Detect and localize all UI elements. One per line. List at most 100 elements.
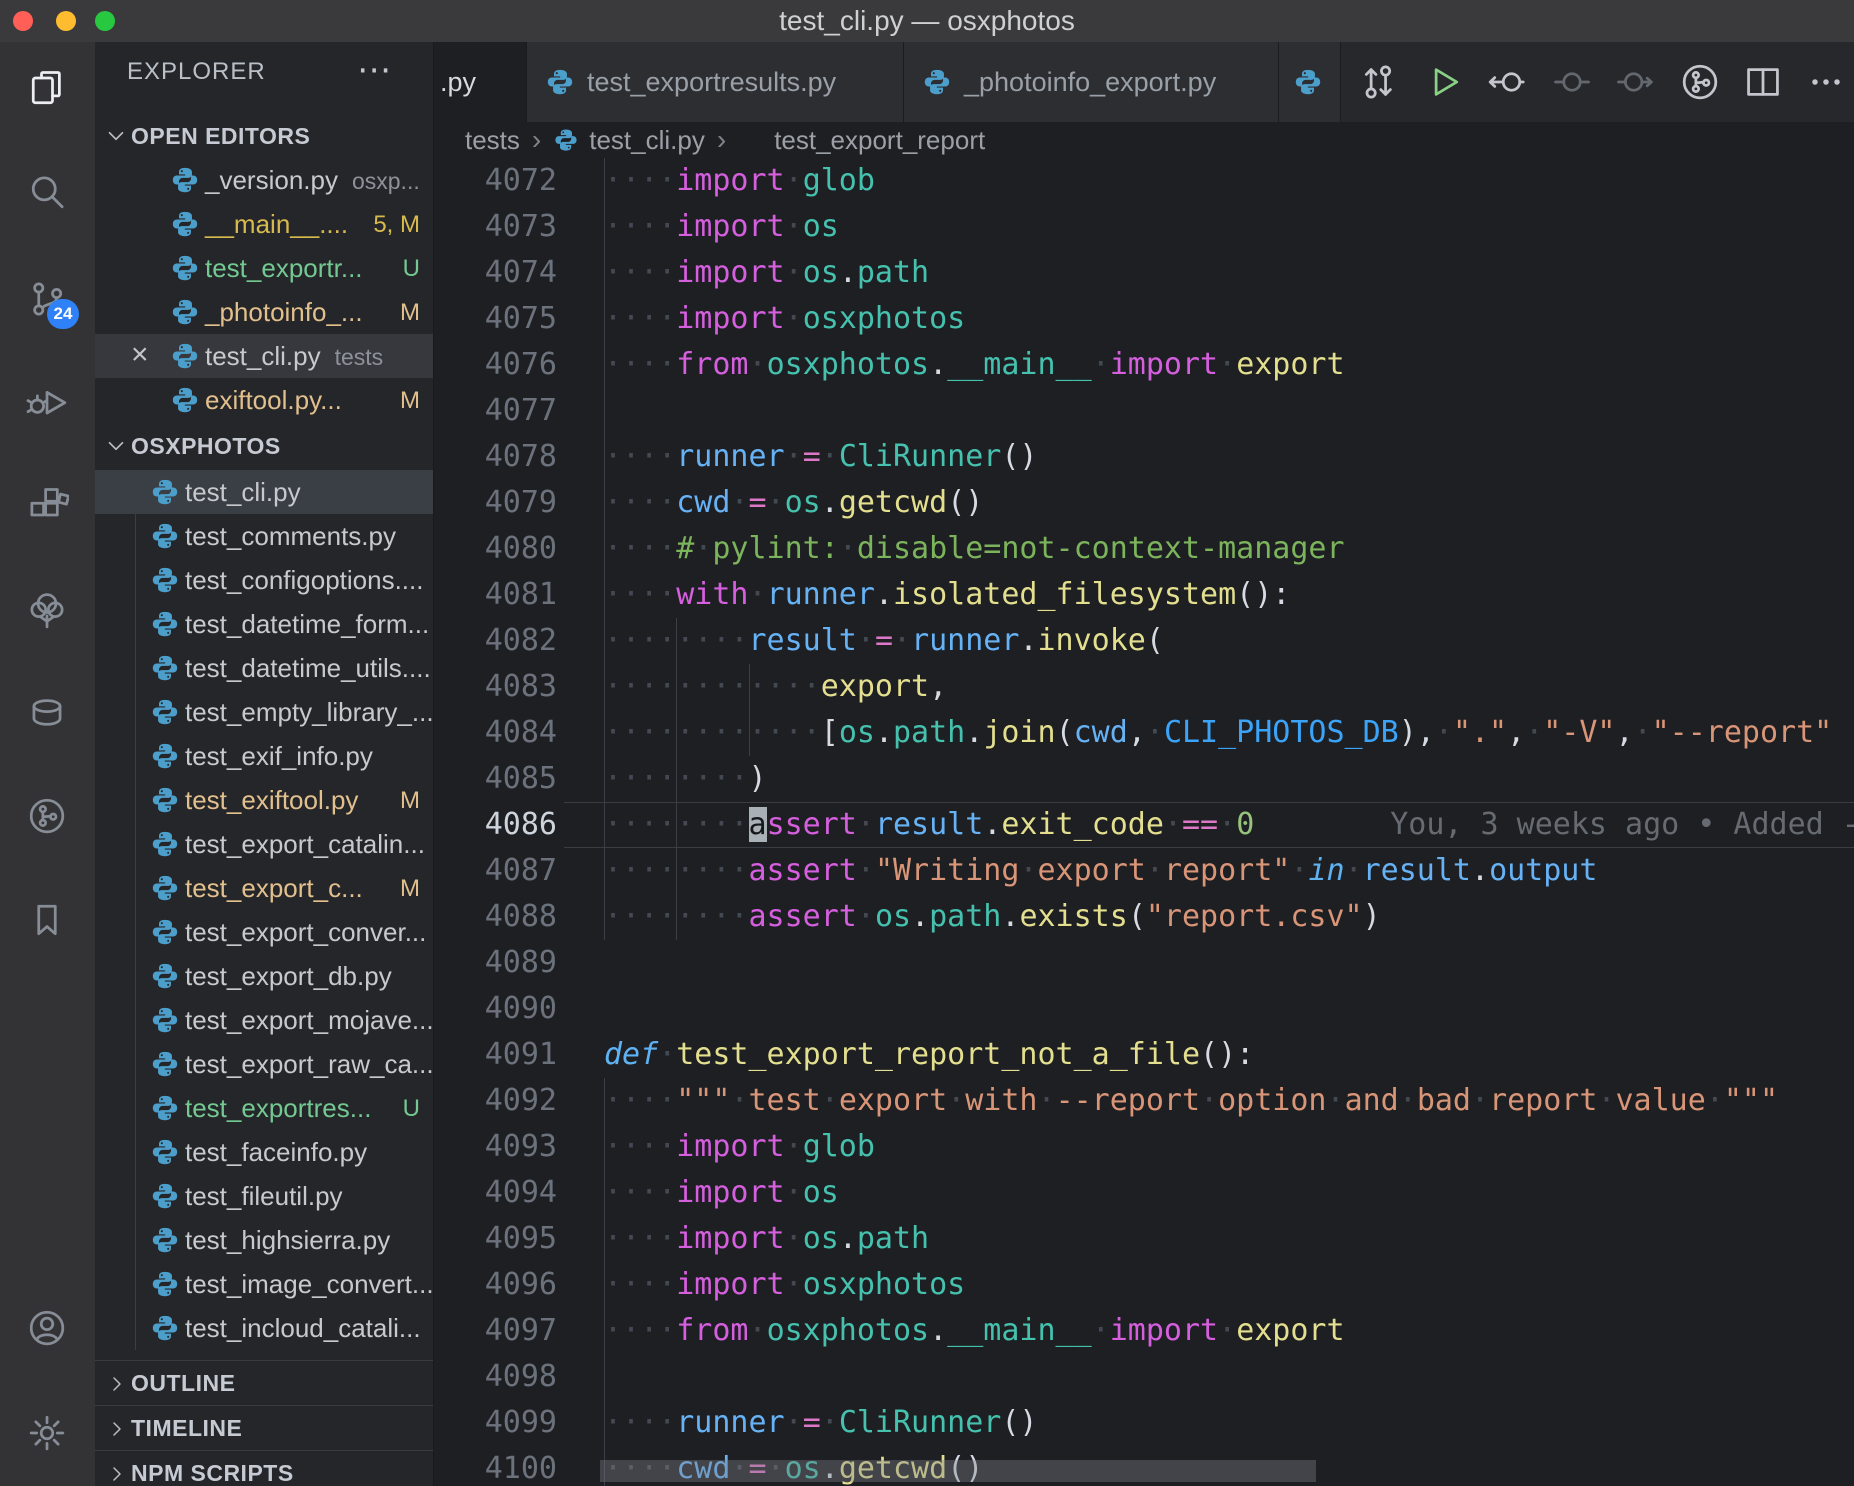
line-number[interactable]: 4097 bbox=[434, 1308, 584, 1354]
code-line-4073[interactable]: 4073····import·os bbox=[434, 204, 1854, 250]
line-number[interactable]: 4073 bbox=[434, 204, 584, 250]
tree-item-test-datetime-utils-[interactable]: test_datetime_utils.... bbox=[95, 646, 434, 690]
code-line-4088[interactable]: 4088········assert·os.path.exists("repor… bbox=[434, 894, 1854, 940]
code-line-4095[interactable]: 4095····import·os.path bbox=[434, 1216, 1854, 1262]
open-editors-section-header[interactable]: OPEN EDITORS bbox=[95, 114, 433, 158]
code-line-4075[interactable]: 4075····import·osxphotos bbox=[434, 296, 1854, 342]
code-line-4097[interactable]: 4097····from·osxphotos.__main__·import·e… bbox=[434, 1308, 1854, 1354]
tree-item-test-image-convert-[interactable]: test_image_convert... bbox=[95, 1262, 434, 1306]
open-editor-item[interactable]: test_exportr...U bbox=[95, 246, 434, 290]
code-line-4098[interactable]: 4098 bbox=[434, 1354, 1854, 1400]
line-number[interactable]: 4081 bbox=[434, 572, 584, 618]
line-number[interactable]: 4077 bbox=[434, 388, 584, 434]
run-icon[interactable] bbox=[1421, 60, 1465, 104]
code-line-4087[interactable]: 4087········assert·"Writing·export·repor… bbox=[434, 848, 1854, 894]
tree-item-test-fileutil-py[interactable]: test_fileutil.py bbox=[95, 1174, 434, 1218]
tree-item-test-export-catalin-[interactable]: test_export_catalin... bbox=[95, 822, 434, 866]
breadcrumb-item-tests[interactable]: tests bbox=[465, 125, 520, 156]
line-number[interactable]: 4075 bbox=[434, 296, 584, 342]
breadcrumb-item-file[interactable]: test_cli.py bbox=[589, 125, 705, 156]
tree-item-test-export-raw-ca-[interactable]: test_export_raw_ca... bbox=[95, 1042, 434, 1086]
close-icon[interactable]: × bbox=[131, 338, 149, 372]
activity-account-icon[interactable] bbox=[25, 1306, 69, 1350]
line-number[interactable]: 4072 bbox=[434, 158, 584, 204]
line-number[interactable]: 4079 bbox=[434, 480, 584, 526]
open-editor-item[interactable]: _photoinfo_...M bbox=[95, 290, 434, 334]
line-number[interactable]: 4074 bbox=[434, 250, 584, 296]
line-number[interactable]: 4080 bbox=[434, 526, 584, 572]
code-line-4099[interactable]: 4099····runner·=·CliRunner() bbox=[434, 1400, 1854, 1446]
code-line-4091[interactable]: 4091def·test_export_report_not_a_file(): bbox=[434, 1032, 1854, 1078]
tree-item-test-exiftool-py[interactable]: test_exiftool.pyM bbox=[95, 778, 434, 822]
tree-item-test-datetime-form-[interactable]: test_datetime_form... bbox=[95, 602, 434, 646]
line-number[interactable]: 4089 bbox=[434, 940, 584, 986]
tab-partial[interactable] bbox=[1279, 42, 1341, 122]
activity-source-control-icon[interactable]: 24 bbox=[25, 277, 69, 321]
tree-item-test-export-db-py[interactable]: test_export_db.py bbox=[95, 954, 434, 998]
tree-item-test-exportres-[interactable]: test_exportres...U bbox=[95, 1086, 434, 1130]
section-outline[interactable]: OUTLINE bbox=[95, 1360, 434, 1406]
code-line-4082[interactable]: 4082········result·=·runner.invoke( bbox=[434, 618, 1854, 664]
tree-item-test-incloud-catali-[interactable]: test_incloud_catali... bbox=[95, 1306, 434, 1350]
code-line-4086[interactable]: 4086········assert·result.exit_code·==·0… bbox=[434, 802, 1854, 848]
code-editor[interactable]: 4072····import·glob4073····import·os4074… bbox=[434, 158, 1854, 1486]
open-editor-item[interactable]: __main__....5, M bbox=[95, 202, 434, 246]
activity-explorer-icon[interactable] bbox=[25, 67, 69, 111]
section-timeline[interactable]: TIMELINE bbox=[95, 1405, 434, 1451]
activity-gitlens-icon[interactable] bbox=[25, 794, 69, 838]
tree-item-test-exif-info-py[interactable]: test_exif_info.py bbox=[95, 734, 434, 778]
code-line-4093[interactable]: 4093····import·glob bbox=[434, 1124, 1854, 1170]
line-number[interactable]: 4100 bbox=[434, 1446, 584, 1486]
activity-extensions-icon[interactable] bbox=[25, 484, 69, 528]
code-line-4081[interactable]: 4081····with·runner.isolated_filesystem(… bbox=[434, 572, 1854, 618]
open-editor-item[interactable]: exiftool.py...M bbox=[95, 378, 434, 422]
code-line-4072[interactable]: 4072····import·glob bbox=[434, 158, 1854, 204]
more-actions-icon[interactable]: ⋯ bbox=[357, 50, 391, 90]
run-below-icon[interactable] bbox=[1550, 60, 1594, 104]
activity-todo-tree-icon[interactable] bbox=[25, 587, 69, 631]
activity-bookmarks-icon[interactable] bbox=[25, 898, 69, 942]
tab-photoinfo-export[interactable]: _photoinfo_export.py bbox=[904, 42, 1279, 122]
tree-item-test-cli-py[interactable]: test_cli.py bbox=[95, 470, 434, 514]
line-number[interactable]: 4090 bbox=[434, 986, 584, 1032]
tree-item-test-export-c-[interactable]: test_export_c...M bbox=[95, 866, 434, 910]
open-editor-item[interactable]: ×test_cli.pytests bbox=[95, 334, 434, 378]
split-editor-icon[interactable] bbox=[1741, 60, 1785, 104]
code-line-4089[interactable]: 4089 bbox=[434, 940, 1854, 986]
line-number[interactable]: 4083 bbox=[434, 664, 584, 710]
line-number[interactable]: 4085 bbox=[434, 756, 584, 802]
line-number[interactable]: 4098 bbox=[434, 1354, 584, 1400]
code-line-4092[interactable]: 4092····"""·test·export·with·--report·op… bbox=[434, 1078, 1854, 1124]
project-section-header[interactable]: OSXPHOTOS bbox=[95, 424, 433, 468]
tree-item-test-export-mojave-[interactable]: test_export_mojave... bbox=[95, 998, 434, 1042]
breadcrumb-item-symbol[interactable]: test_export_report bbox=[774, 125, 985, 156]
code-line-4080[interactable]: 4080····#·pylint:·disable=not-context-ma… bbox=[434, 526, 1854, 572]
code-line-4094[interactable]: 4094····import·os bbox=[434, 1170, 1854, 1216]
tab-test-exportresults[interactable]: test_exportresults.py bbox=[527, 42, 904, 122]
run-above-icon[interactable] bbox=[1613, 60, 1657, 104]
more-actions-icon[interactable] bbox=[1804, 60, 1848, 104]
line-number[interactable]: 4088 bbox=[434, 894, 584, 940]
line-number[interactable]: 4084 bbox=[434, 710, 584, 756]
compare-changes-icon[interactable] bbox=[1356, 60, 1400, 104]
activity-database-icon[interactable] bbox=[25, 691, 69, 735]
code-line-4077[interactable]: 4077 bbox=[434, 388, 1854, 434]
line-number[interactable]: 4093 bbox=[434, 1124, 584, 1170]
line-number[interactable]: 4082 bbox=[434, 618, 584, 664]
section-npm-scripts[interactable]: NPM SCRIPTS bbox=[95, 1450, 434, 1486]
activity-settings-icon[interactable] bbox=[25, 1411, 69, 1455]
gitlens-graph-icon[interactable] bbox=[1678, 60, 1722, 104]
tree-item-test-export-conver-[interactable]: test_export_conver... bbox=[95, 910, 434, 954]
line-number[interactable]: 4076 bbox=[434, 342, 584, 388]
open-editor-item[interactable]: _version.pyosxp... bbox=[95, 158, 434, 202]
code-line-4083[interactable]: 4083············export, bbox=[434, 664, 1854, 710]
line-number[interactable]: 4086 bbox=[434, 802, 584, 848]
horizontal-scrollbar[interactable] bbox=[600, 1460, 1316, 1482]
line-number[interactable]: 4096 bbox=[434, 1262, 584, 1308]
tab-test-cli[interactable]: .py bbox=[434, 42, 527, 122]
line-number[interactable]: 4099 bbox=[434, 1400, 584, 1446]
code-line-4078[interactable]: 4078····runner·=·CliRunner() bbox=[434, 434, 1854, 480]
line-number[interactable]: 4095 bbox=[434, 1216, 584, 1262]
code-line-4090[interactable]: 4090 bbox=[434, 986, 1854, 1032]
code-line-4076[interactable]: 4076····from·osxphotos.__main__·import·e… bbox=[434, 342, 1854, 388]
